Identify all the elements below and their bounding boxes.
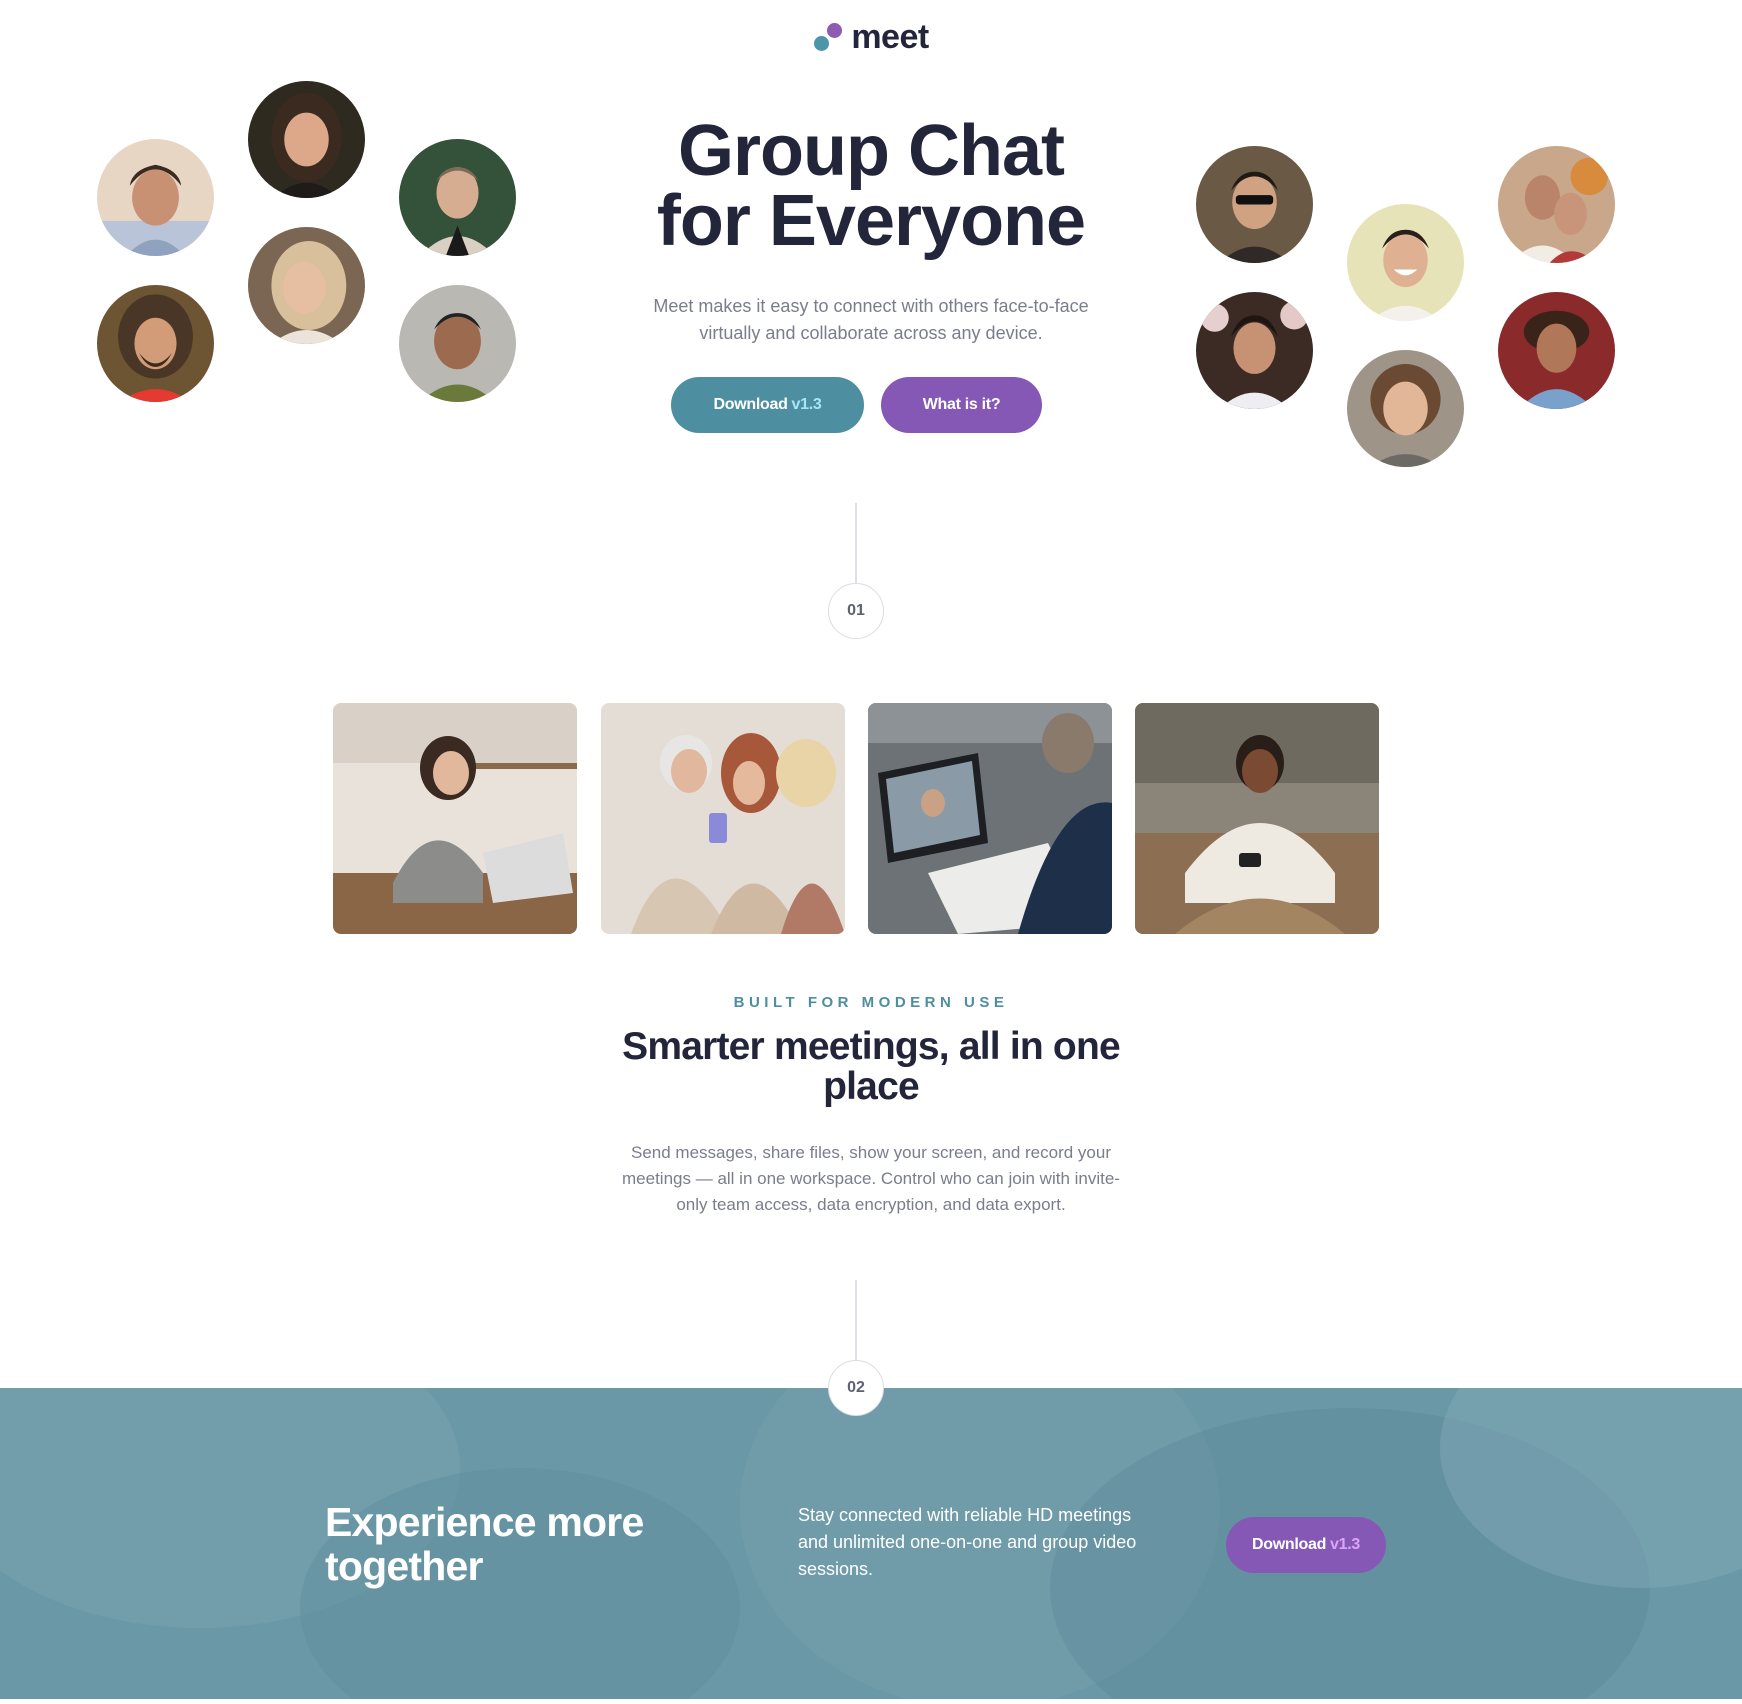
banner-download-label: Download — [1252, 1536, 1327, 1553]
banner-title: Experience more together — [325, 1499, 644, 1589]
what-is-it-label: What is it? — [922, 396, 1001, 413]
logo[interactable]: meet — [0, 20, 1742, 54]
feature-photo — [333, 703, 577, 934]
download-version: v1.3 — [791, 396, 822, 413]
logo-mark-icon — [813, 22, 843, 52]
banner-text: Stay connected with reliable HD meetings… — [798, 1505, 1137, 1579]
divider-line — [855, 503, 857, 583]
feature-photo — [1135, 703, 1379, 934]
banner-download-button[interactable]: Download v1.3 — [1226, 1517, 1386, 1573]
avatar — [399, 285, 516, 402]
step-marker-01: 01 — [828, 583, 884, 639]
hero-title-line-2: for Everyone — [656, 181, 1086, 261]
divider-line — [855, 1280, 857, 1360]
cta-banner: Experience more together Stay connected … — [0, 1388, 1742, 1699]
logo-text: meet — [851, 18, 929, 56]
features-text: Send messages, share files, show your sc… — [622, 1143, 1120, 1214]
step-marker-02: 02 — [828, 1360, 884, 1416]
avatar — [1347, 350, 1464, 467]
avatar — [97, 285, 214, 402]
feature-photo — [601, 703, 845, 934]
download-button[interactable]: Download v1.3 — [671, 377, 864, 433]
what-is-it-button[interactable]: What is it? — [881, 377, 1042, 433]
hero-title-line-1: Group Chat — [678, 111, 1065, 191]
features-title: Smarter meetings, all in one place — [622, 1025, 1121, 1108]
avatar — [1196, 292, 1313, 409]
hero-subtitle: Meet makes it easy to connect with other… — [653, 296, 1089, 343]
download-button-label: Download — [713, 396, 788, 413]
feature-photo — [868, 703, 1112, 934]
banner-download-version: v1.3 — [1330, 1536, 1360, 1553]
features-eyebrow: BUILT FOR MODERN USE — [733, 994, 1009, 1011]
hero-title: Group Chat for Everyone — [0, 111, 1742, 261]
avatar — [1498, 292, 1615, 409]
